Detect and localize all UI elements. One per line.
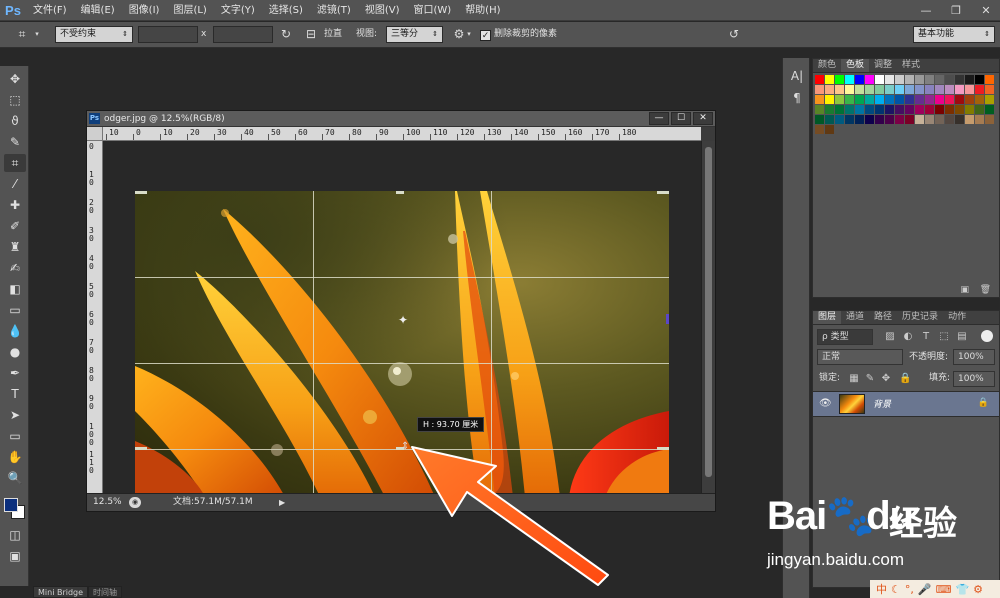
ime-gear-icon[interactable]: ⚙ bbox=[973, 583, 983, 596]
input-method-tray: 中 ☾ °, 🎤 ⌨ 👕 ⚙ bbox=[870, 580, 1000, 598]
ime-keyboard-icon[interactable]: ⌨ bbox=[936, 583, 952, 596]
ime-moon-icon[interactable]: ☾ bbox=[891, 583, 901, 596]
watermark-brand-bai: Bai bbox=[767, 494, 827, 538]
ime-punct-icon[interactable]: °, bbox=[905, 583, 914, 596]
ime-mic-icon[interactable]: 🎤 bbox=[918, 583, 932, 596]
watermark-url: jingyan.baidu.com bbox=[767, 550, 905, 569]
baidu-paw-icon: 🐾 bbox=[826, 494, 876, 538]
ruler-origin[interactable] bbox=[87, 127, 103, 141]
ime-zh-icon[interactable]: 中 bbox=[876, 581, 887, 597]
watermark-jingyan: 经验 bbox=[889, 504, 957, 544]
baidu-jingyan-watermark: Bai🐾du 经验 jingyan.baidu.com bbox=[765, 484, 1000, 579]
ime-user-icon[interactable]: 👕 bbox=[955, 583, 969, 596]
